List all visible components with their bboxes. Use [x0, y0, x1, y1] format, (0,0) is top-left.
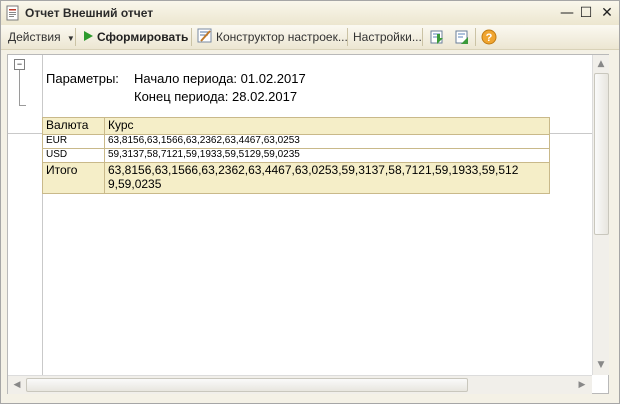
column-header-currency: Валюта: [42, 117, 105, 135]
restore-settings-icon[interactable]: [454, 29, 470, 45]
rate-cell: 59,3137,58,7121,59,1933,59,5129,59,0235: [104, 148, 550, 163]
table-header-row: Валюта Курс: [42, 117, 550, 135]
close-button[interactable]: ✕: [598, 4, 616, 22]
maximize-button[interactable]: ☐: [577, 4, 595, 22]
group-line-end: [19, 105, 26, 106]
svg-text:?: ?: [486, 32, 493, 44]
scroll-down-arrow-icon[interactable]: ▼: [593, 357, 609, 373]
toolbar-separator: [75, 28, 76, 46]
vertical-scroll-thumb[interactable]: [594, 73, 609, 235]
table-row: USD 59,3137,58,7121,59,1933,59,5129,59,0…: [42, 148, 550, 163]
currency-cell: USD: [42, 148, 105, 163]
column-header-rate: Курс: [104, 117, 550, 135]
currency-cell: EUR: [42, 134, 105, 149]
save-settings-icon[interactable]: [429, 29, 445, 45]
settings-designer-button[interactable]: Конструктор настроек...: [197, 25, 348, 49]
toolbar-separator: [475, 28, 476, 46]
minimize-button[interactable]: —: [558, 4, 576, 22]
generate-button[interactable]: Сформировать: [82, 25, 188, 49]
period-start: Начало периода: 01.02.2017: [134, 71, 306, 86]
vertical-scrollbar[interactable]: ▲ ▼: [592, 55, 609, 375]
rate-cell: 63,8156,63,1566,63,2362,63,4467,63,0253: [104, 134, 550, 149]
actions-label: Действия: [8, 30, 61, 44]
actions-menu-button[interactable]: Действия ▼: [8, 25, 75, 49]
toolbar-separator: [191, 28, 192, 46]
report-app-icon: [6, 5, 19, 21]
total-value-line: 63,8156,63,1566,63,2362,63,4467,63,0253,…: [108, 163, 519, 177]
settings-button[interactable]: Настройки...: [353, 25, 422, 49]
total-label: Итого: [42, 162, 105, 194]
toolbar-separator: [422, 28, 423, 46]
scroll-up-arrow-icon[interactable]: ▲: [593, 56, 609, 72]
window-title: Отчет Внешний отчет: [25, 6, 154, 20]
table-row: EUR 63,8156,63,1566,63,2362,63,4467,63,0…: [42, 134, 550, 149]
generate-label: Сформировать: [97, 30, 189, 44]
total-row: Итого 63,8156,63,1566,63,2362,63,4467,63…: [42, 162, 550, 194]
currency-rates-table: Валюта Курс EUR 63,8156,63,1566,63,2362,…: [42, 117, 550, 194]
period-end: Конец периода: 28.02.2017: [134, 89, 298, 104]
grouping-gutter: −: [8, 55, 43, 375]
report-window: Отчет Внешний отчет — ☐ ✕ Действия ▼ Сфо…: [0, 0, 620, 404]
play-icon: [84, 31, 93, 41]
dropdown-arrow-icon: ▼: [66, 34, 75, 43]
group-line: [19, 70, 20, 106]
toolbar: Действия ▼ Сформировать Конструктор наст…: [1, 25, 619, 50]
title-bar[interactable]: Отчет Внешний отчет — ☐ ✕: [1, 1, 619, 26]
toolbar-separator: [347, 28, 348, 46]
horizontal-scrollbar[interactable]: ◀ ▶: [8, 375, 592, 394]
collapse-group-icon[interactable]: −: [14, 59, 25, 70]
scroll-right-arrow-icon[interactable]: ▶: [574, 377, 590, 393]
total-value: 63,8156,63,1566,63,2362,63,4467,63,0253,…: [104, 162, 550, 194]
settings-designer-label: Конструктор настроек...: [216, 30, 348, 44]
help-icon[interactable]: ?: [481, 29, 497, 45]
horizontal-scroll-thumb[interactable]: [26, 378, 468, 392]
parameters-label: Параметры:: [46, 71, 119, 86]
total-value-line: 9,59,0235: [108, 177, 162, 191]
report-document-area[interactable]: − Параметры: Начало периода: 01.02.2017 …: [7, 54, 609, 394]
scroll-left-arrow-icon[interactable]: ◀: [9, 377, 25, 393]
settings-designer-icon: [197, 28, 212, 43]
